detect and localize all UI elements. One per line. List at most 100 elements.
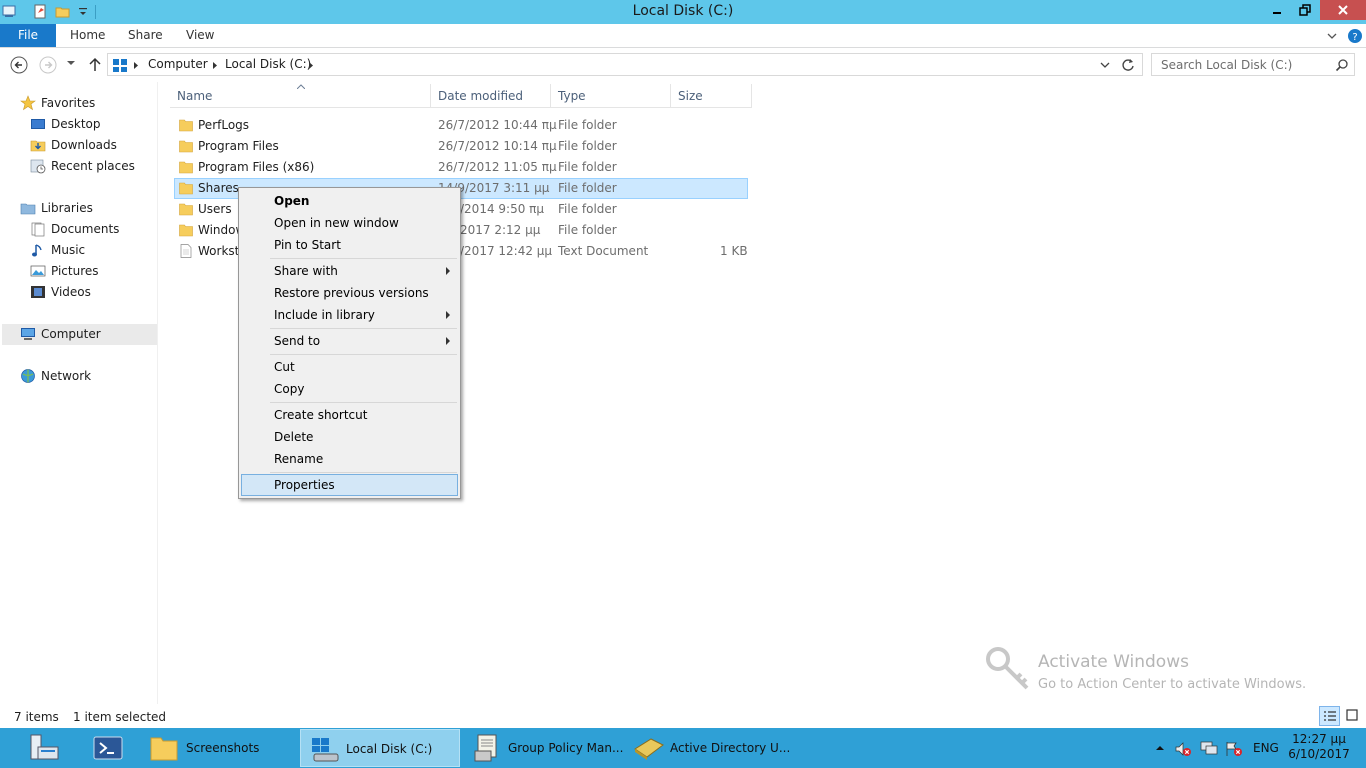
text-file-icon: [180, 244, 192, 258]
large-icons-view-icon: [1346, 709, 1358, 721]
address-dropdown-icon[interactable]: [1100, 60, 1110, 70]
powershell-icon: [93, 736, 123, 760]
menu-separator: [270, 258, 457, 259]
selection-count: 1 item selected: [73, 710, 167, 724]
taskbar-item-active-directory[interactable]: Active Directory U...: [624, 729, 790, 767]
up-icon[interactable]: [87, 56, 103, 74]
desktop-icon: [31, 119, 45, 129]
favorites-star-icon: [20, 95, 36, 111]
volume-muted-icon[interactable]: [1175, 741, 1191, 757]
pictures-icon: [30, 265, 46, 277]
action-center-flag-icon[interactable]: [1225, 741, 1243, 757]
tab-view[interactable]: View: [186, 24, 214, 47]
menu-open-new-window[interactable]: Open in new window: [241, 212, 458, 234]
restore-button[interactable]: [1292, 0, 1318, 20]
minimize-button[interactable]: [1264, 0, 1290, 20]
recent-locations-icon[interactable]: [66, 60, 76, 68]
breadcrumb-separator-icon[interactable]: [308, 61, 314, 70]
input-language[interactable]: ENG: [1253, 741, 1279, 755]
close-button[interactable]: [1320, 0, 1366, 20]
menu-restore-previous-versions[interactable]: Restore previous versions: [241, 282, 458, 304]
folder-icon: [179, 203, 193, 216]
file-row[interactable]: PerfLogs 26/7/2012 10:44 πμ File folder: [174, 115, 748, 136]
large-icons-view-button[interactable]: [1343, 706, 1364, 726]
clock-time: 12:27 μμ: [1292, 732, 1346, 746]
file-row[interactable]: Program Files (x86) 26/7/2012 11:05 πμ F…: [174, 157, 748, 178]
breadcrumb-separator-icon[interactable]: [212, 61, 218, 70]
tab-home[interactable]: Home: [70, 24, 105, 47]
network-icon: [21, 369, 35, 383]
nav-videos[interactable]: Videos: [30, 282, 150, 302]
menu-rename[interactable]: Rename: [241, 448, 458, 470]
videos-icon: [31, 286, 45, 298]
clock[interactable]: 12:27 μμ 6/10/2017: [1284, 732, 1354, 762]
nav-pictures[interactable]: Pictures: [30, 261, 150, 281]
menu-separator: [270, 472, 457, 473]
search-box[interactable]: Search Local Disk (C:): [1151, 53, 1355, 76]
menu-cut[interactable]: Cut: [241, 356, 458, 378]
nav-recent-places[interactable]: Recent places: [30, 156, 150, 176]
nav-music[interactable]: Music: [30, 240, 150, 260]
folder-icon: [179, 224, 193, 237]
menu-separator: [270, 402, 457, 403]
file-row[interactable]: Program Files 26/7/2012 10:14 πμ File fo…: [174, 136, 748, 157]
address-bar[interactable]: Computer Local Disk (C:): [107, 53, 1143, 76]
navigation-bar: Computer Local Disk (C:) Search Local Di…: [0, 48, 1366, 82]
sort-ascending-icon: [297, 84, 305, 89]
menu-share-with[interactable]: Share with: [241, 260, 458, 282]
details-view-button[interactable]: [1319, 706, 1340, 726]
taskbar-item-local-disk[interactable]: Local Disk (C:): [300, 729, 460, 767]
menu-properties[interactable]: Properties: [241, 474, 458, 496]
forward-icon[interactable]: [39, 56, 57, 74]
window-title: Local Disk (C:): [632, 3, 734, 19]
help-icon[interactable]: ?: [1347, 28, 1363, 44]
computer-icon: [21, 328, 35, 340]
breadcrumb-local-disk[interactable]: Local Disk (C:): [225, 57, 311, 71]
column-name[interactable]: Name: [170, 84, 431, 108]
column-type[interactable]: Type: [551, 84, 671, 108]
key-icon: [986, 647, 1029, 690]
folder-icon: [179, 140, 193, 153]
column-size[interactable]: Size: [671, 84, 752, 108]
restore-icon: [1299, 4, 1311, 16]
powershell-button[interactable]: [76, 729, 136, 767]
back-icon[interactable]: [10, 56, 28, 74]
menu-pin-to-start[interactable]: Pin to Start: [241, 234, 458, 256]
menu-open[interactable]: Open: [241, 190, 458, 212]
nav-computer[interactable]: Computer: [2, 324, 157, 345]
refresh-icon[interactable]: [1121, 58, 1135, 72]
menu-copy[interactable]: Copy: [241, 378, 458, 400]
taskbar-item-group-policy[interactable]: Group Policy Man...: [463, 729, 623, 767]
server-manager-icon: [30, 734, 59, 760]
nav-downloads[interactable]: Downloads: [30, 135, 150, 155]
nav-libraries[interactable]: Libraries: [20, 198, 150, 218]
close-icon: [1338, 5, 1348, 15]
menu-delete[interactable]: Delete: [241, 426, 458, 448]
tab-file[interactable]: File: [0, 24, 56, 47]
menu-send-to[interactable]: Send to: [241, 330, 458, 352]
menu-include-in-library[interactable]: Include in library: [241, 304, 458, 326]
tab-share[interactable]: Share: [128, 24, 163, 47]
context-menu: Open Open in new window Pin to Start Sha…: [238, 187, 461, 499]
menu-create-shortcut[interactable]: Create shortcut: [241, 404, 458, 426]
folder-icon: [179, 182, 193, 195]
nav-network[interactable]: Network: [20, 366, 150, 386]
expand-ribbon-icon[interactable]: [1326, 30, 1338, 42]
show-hidden-icons-icon[interactable]: [1155, 744, 1165, 751]
search-input[interactable]: Search Local Disk (C:): [1161, 58, 1292, 72]
server-manager-button[interactable]: [8, 729, 68, 767]
search-icon[interactable]: [1335, 58, 1349, 72]
nav-favorites[interactable]: Favorites: [20, 93, 150, 113]
submenu-arrow-icon: [446, 337, 450, 345]
breadcrumb-computer[interactable]: Computer: [148, 57, 208, 71]
computer-location-icon: [113, 59, 127, 72]
breadcrumb-separator-icon[interactable]: [133, 61, 139, 70]
music-icon: [32, 244, 42, 257]
network-status-icon[interactable]: [1200, 741, 1218, 757]
nav-documents[interactable]: Documents: [30, 219, 150, 239]
nav-desktop[interactable]: Desktop: [30, 114, 150, 134]
column-date-modified[interactable]: Date modified: [431, 84, 551, 108]
title-bar: Local Disk (C:): [0, 0, 1366, 24]
taskbar-item-screenshots[interactable]: Screenshots: [140, 729, 298, 767]
item-count: 7 items: [14, 710, 59, 724]
